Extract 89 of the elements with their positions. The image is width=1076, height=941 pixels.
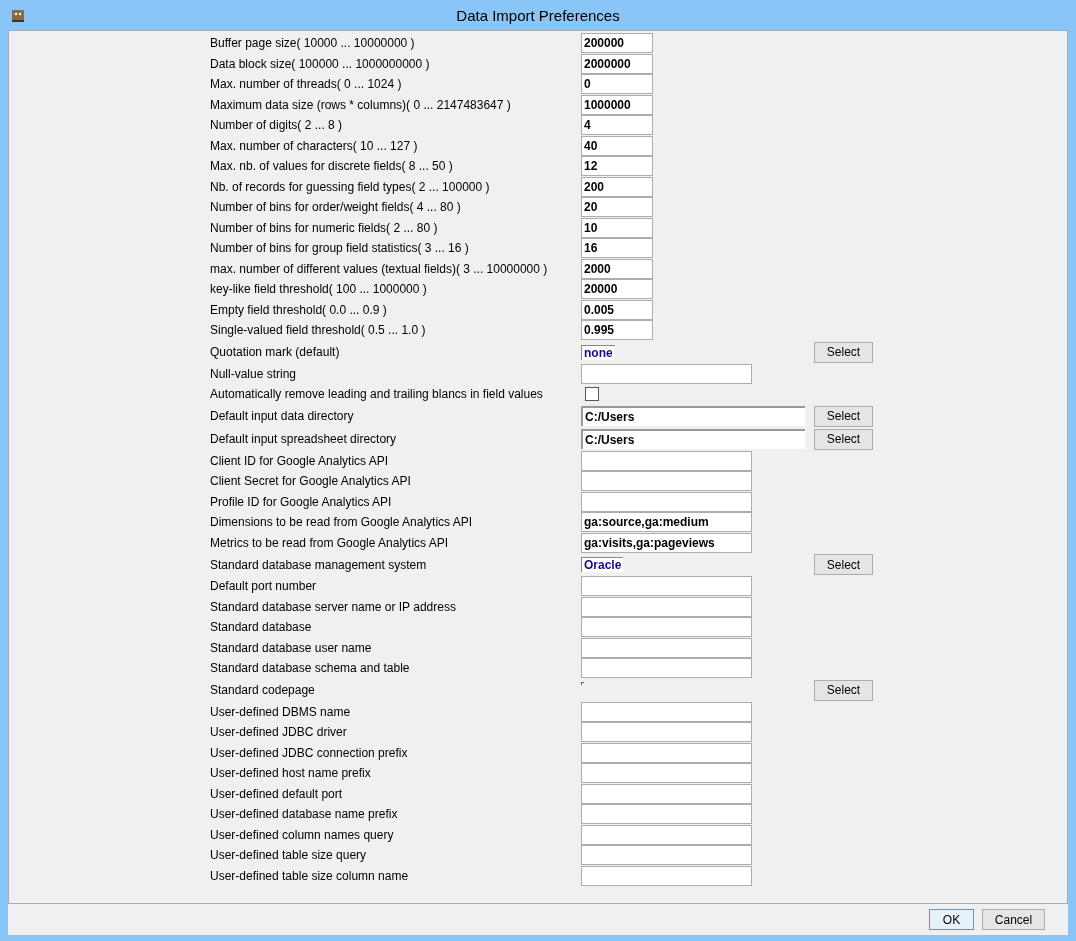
- field-label: Number of bins for group field statistics( 3 ... 16 ): [210, 241, 470, 256]
- field-label: User-defined host name prefix: [210, 766, 372, 781]
- input-field[interactable]: [581, 763, 752, 784]
- field-label: Standard database: [210, 620, 313, 635]
- input-field[interactable]: 16: [581, 238, 653, 259]
- field-label: Max. number of characters( 10 ... 127 ): [210, 138, 419, 153]
- field-label: Max. nb. of values for discrete fields( 8 ... 50 ): [210, 159, 454, 174]
- input-field[interactable]: [581, 596, 752, 617]
- select-button[interactable]: Select: [814, 341, 873, 363]
- field-label: Data block size( 100000 ... 1000000000 ): [210, 56, 431, 71]
- ok-button[interactable]: OK: [929, 909, 974, 930]
- input-field[interactable]: [581, 701, 752, 722]
- field-label: Empty field threshold( 0.0 ... 0.9 ): [210, 302, 388, 317]
- field-label: User-defined database name prefix: [210, 807, 399, 822]
- field-label: User-defined JDBC driver: [210, 725, 348, 740]
- input-field[interactable]: [581, 845, 752, 866]
- field-label: Standard database user name: [210, 640, 373, 655]
- field-label: Default input spreadsheet directory: [210, 432, 398, 446]
- field-label: Automatically remove leading and trailing blancs in field values: [210, 387, 544, 402]
- input-field[interactable]: [581, 722, 752, 743]
- input-field[interactable]: ga:visits,ga:pageviews: [581, 532, 752, 553]
- field-label: Quotation mark (default): [210, 345, 341, 359]
- input-field[interactable]: 40: [581, 135, 653, 156]
- field-label: Profile ID for Google Analytics API: [210, 494, 393, 509]
- checkbox[interactable]: [585, 387, 599, 402]
- input-field[interactable]: 0: [581, 74, 653, 95]
- field-label: Number of bins for order/weight fields( 4 ... 80 ): [210, 200, 462, 215]
- field-label: Standard database management system: [210, 557, 428, 572]
- field-label: Number of bins for numeric fields( 2 ... 80 ): [210, 220, 439, 235]
- input-field[interactable]: [581, 865, 752, 886]
- input-field[interactable]: [581, 576, 752, 597]
- field-label: Metrics to be read from Google Analytics API: [210, 535, 450, 550]
- cancel-button[interactable]: Cancel: [982, 909, 1045, 930]
- selected-value: none: [581, 344, 615, 360]
- input-field[interactable]: 10: [581, 217, 653, 238]
- input-field[interactable]: ga:source,ga:medium: [581, 512, 752, 533]
- field-label: Client ID for Google Analytics API: [210, 453, 390, 468]
- field-label: Maximum data size (rows * columns)( 0 ... 2147483647 ): [210, 97, 512, 112]
- field-label: User-defined table size column name: [210, 868, 410, 883]
- input-field[interactable]: 2000000: [581, 53, 653, 74]
- input-field[interactable]: [581, 491, 752, 512]
- field-label: User-defined table size query: [210, 848, 368, 863]
- field-label: User-defined column names query: [210, 827, 395, 842]
- select-button[interactable]: Select: [814, 554, 873, 575]
- field-label: User-defined default port: [210, 786, 344, 801]
- select-button[interactable]: Select: [814, 679, 873, 701]
- input-field[interactable]: 200: [581, 176, 653, 197]
- select-button[interactable]: Select: [814, 405, 873, 427]
- window-title: Data Import Preferences: [456, 6, 620, 24]
- input-field[interactable]: 0.995: [581, 320, 653, 341]
- field-label: Buffer page size( 10000 ... 10000000 ): [210, 36, 416, 51]
- field-label: Null-value string: [210, 366, 298, 381]
- input-field[interactable]: 2000: [581, 258, 653, 279]
- field-label: Standard codepage: [210, 683, 316, 697]
- field-label: Nb. of records for guessing field types( 2 ... 100000 ): [210, 179, 491, 194]
- field-label: Max. number of threads( 0 ... 1024 ): [210, 77, 403, 92]
- input-field[interactable]: 4: [581, 115, 653, 136]
- input-field[interactable]: [581, 742, 752, 763]
- field-label: Standard database schema and table: [210, 661, 411, 676]
- select-button[interactable]: Select: [814, 428, 873, 450]
- field-label: Default input data directory: [210, 409, 355, 423]
- input-field[interactable]: [581, 617, 752, 638]
- field-label: User-defined JDBC connection prefix: [210, 745, 409, 760]
- input-field[interactable]: [581, 363, 752, 384]
- input-field[interactable]: [581, 804, 752, 825]
- input-field[interactable]: [581, 783, 752, 804]
- path-field[interactable]: C:/Users: [581, 429, 805, 449]
- input-field[interactable]: 20: [581, 197, 653, 218]
- input-field[interactable]: 12: [581, 156, 653, 177]
- input-field[interactable]: 0.005: [581, 299, 653, 320]
- input-field[interactable]: [581, 658, 752, 679]
- input-field[interactable]: [581, 450, 752, 471]
- field-label: Standard database server name or IP address: [210, 599, 457, 614]
- field-label: Single-valued field threshold( 0.5 ... 1.0 ): [210, 323, 427, 338]
- path-field[interactable]: C:/Users: [581, 406, 805, 426]
- field-label: Default port number: [210, 579, 318, 594]
- input-field[interactable]: [581, 471, 752, 492]
- field-label: User-defined DBMS name: [210, 704, 352, 719]
- field-label: Client Secret for Google Analytics API: [210, 474, 412, 489]
- field-label: Dimensions to be read from Google Analytics API: [210, 515, 474, 530]
- input-field[interactable]: 20000: [581, 279, 653, 300]
- field-label: key-like field threshold( 100 ... 1000000 ): [210, 282, 428, 297]
- field-label: Number of digits( 2 ... 8 ): [210, 118, 344, 133]
- input-field[interactable]: 200000: [581, 33, 653, 54]
- input-field[interactable]: [581, 637, 752, 658]
- selected-value: Oracle: [581, 557, 624, 572]
- input-field[interactable]: [581, 824, 752, 845]
- input-field[interactable]: 1000000: [581, 94, 653, 115]
- field-label: max. number of different values (textual fields)( 3 ... 10000000 ): [210, 261, 549, 276]
